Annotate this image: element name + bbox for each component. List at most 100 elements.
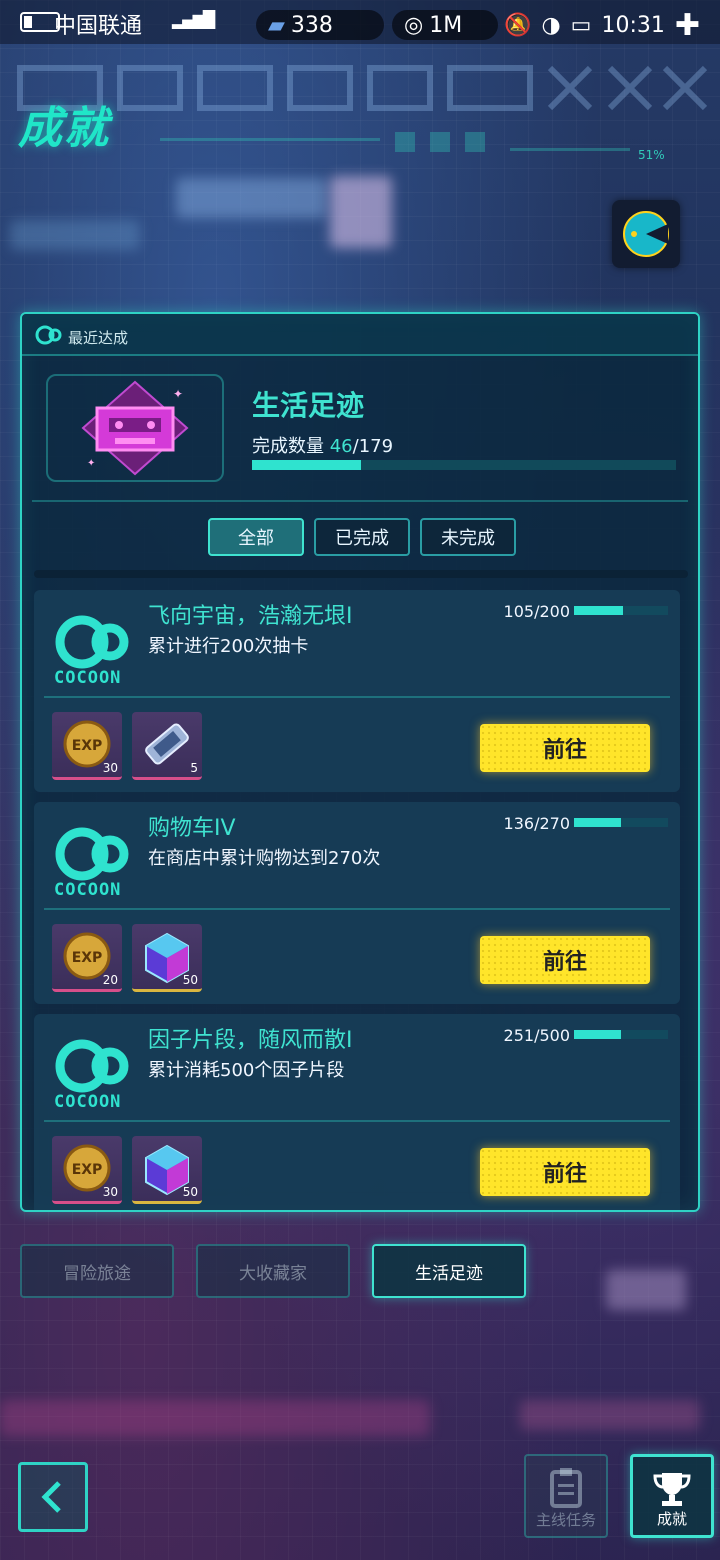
cocoon-logo-icon [55, 1039, 129, 1093]
reward-exp[interactable]: EXP 20 [52, 924, 122, 992]
tab-collector[interactable]: 大收藏家 [196, 1244, 350, 1298]
plus-icon: ✚ [674, 8, 700, 43]
header-progress-percent: 51% [638, 148, 665, 162]
go-button[interactable]: 前往 [480, 936, 650, 984]
reward-count: 20 [102, 973, 118, 987]
tab-life-footprints[interactable]: 生活足迹 [372, 1244, 526, 1298]
reward-count: 50 [182, 1185, 198, 1199]
achievement-progress-text: 251/500 [503, 1026, 570, 1045]
achievement-progress-bar [574, 818, 668, 827]
recent-count: 完成数量 46/179 [252, 432, 393, 458]
divider [44, 696, 670, 698]
pacman-avatar-button[interactable] [612, 200, 680, 268]
status-right: 🔕 ◑ ▭ 10:31 ✚ [504, 8, 700, 43]
svg-text:✦: ✦ [173, 387, 183, 401]
cocoon-logo-icon [55, 827, 129, 881]
tab-adventure[interactable]: 冒险旅途 [20, 1244, 174, 1298]
header-decoration [17, 65, 708, 152]
filter-incomplete[interactable]: 未完成 [420, 518, 516, 556]
achievement-progress-fill [574, 606, 624, 615]
recent-achievement-title: 生活足迹 [252, 389, 365, 422]
chevron-left-icon [41, 1481, 61, 1513]
bg-blur [520, 1400, 700, 1430]
achievement-progress-fill [574, 1030, 622, 1039]
recent-count-label: 完成数量 [252, 436, 324, 457]
reward-count: 30 [102, 1185, 118, 1199]
achievement-card: COCOON 购物车IV 在商店中累计购物达到270次 136/270 EXP … [34, 802, 680, 1004]
achievement-card: COCOON 因子片段，随风而散I 累计消耗500个因子片段 251/500 E… [34, 1014, 680, 1210]
achievement-progress-fill [574, 818, 622, 827]
signal-icon: ▂▄▆█ [172, 10, 215, 29]
filter-completed[interactable]: 已完成 [314, 518, 410, 556]
achievements-label: 成就 [656, 1510, 687, 1528]
ticket-count: 338 [290, 12, 333, 38]
achievement-description: 累计消耗500个因子片段 [148, 1060, 345, 1081]
clipboard-icon [550, 1468, 582, 1508]
divider [44, 908, 670, 910]
recent-count-done: 46 [329, 436, 353, 457]
filter-all[interactable]: 全部 [208, 518, 304, 556]
recent-progress-bar [252, 460, 676, 470]
main-quest-label: 主线任务 [535, 1511, 596, 1529]
status-bar: 中国联通 ▂▄▆█ ▰ 338 ◎ 1M 🔕 ◑ ▭ 10:31 ✚ [0, 0, 720, 44]
go-button[interactable]: 前往 [480, 724, 650, 772]
ticket-icon: ▰ [268, 12, 285, 38]
achievement-card: COCOON 飞向宇宙，浩瀚无垠I 累计进行200次抽卡 105/200 EXP… [34, 590, 680, 792]
clock: 10:31 [601, 13, 665, 38]
go-button[interactable]: 前往 [480, 1148, 650, 1196]
recent-count-total: /179 [352, 436, 394, 457]
cocoon-logo-icon [55, 615, 129, 669]
mute-icon: 🔕 [504, 13, 532, 38]
panel-header: 最近达成 [22, 314, 698, 356]
reward-exp[interactable]: EXP 30 [52, 712, 122, 780]
main-quest-button[interactable]: 主线任务 [524, 1454, 608, 1538]
filter-tabs: 全部 已完成 未完成 [208, 518, 516, 556]
storage-value: 1M [429, 12, 463, 38]
disc-icon: ◎ [404, 12, 424, 38]
svg-text:EXP: EXP [72, 738, 103, 754]
trophy-icon [653, 1473, 691, 1506]
achievement-description: 累计进行200次抽卡 [148, 636, 309, 657]
svg-text:EXP: EXP [72, 950, 103, 966]
reward-cube[interactable]: 50 [132, 924, 202, 992]
achievement-title: 购物车IV [148, 816, 236, 841]
back-button[interactable] [18, 1462, 88, 1532]
recent-progress-fill [252, 460, 361, 470]
svg-text:EXP: EXP [72, 1162, 103, 1178]
bg-blur [606, 1270, 686, 1310]
achievements-button[interactable]: 成就 [630, 1454, 714, 1538]
achievement-progress-text: 105/200 [503, 602, 570, 621]
cassette-icon: ✦ ✦ [81, 380, 189, 476]
achievement-progress-bar [574, 606, 668, 615]
achievement-panel: 最近达成 ✦ ✦ 生活足迹 完成数量 46/179 全部 已完成 未完成 COC… [20, 312, 700, 1212]
bg-blur [10, 220, 140, 250]
achievement-title: 因子片段，随风而散I [148, 1028, 353, 1053]
achievement-progress-bar [574, 1030, 668, 1039]
bg-blur [0, 1400, 430, 1436]
recent-achievement-image: ✦ ✦ [46, 374, 224, 482]
carrier-label: 中国联通 [54, 14, 143, 39]
reward-ticket[interactable]: 5 [132, 712, 202, 780]
reward-count: 30 [102, 761, 118, 775]
bg-blur [330, 176, 392, 248]
recent-section-label: 最近达成 [68, 329, 129, 347]
reward-exp[interactable]: EXP 30 [52, 1136, 122, 1204]
reward-count: 50 [182, 973, 198, 987]
divider [44, 1120, 670, 1122]
achievement-description: 在商店中累计购物达到270次 [148, 848, 381, 869]
storage-counter: ◎ 1M [392, 10, 498, 40]
reward-cube[interactable]: 50 [132, 1136, 202, 1204]
cocoon-logo-text: COCOON [54, 1092, 122, 1112]
list-top-edge [34, 570, 688, 578]
speed-icon: ◑ [541, 13, 561, 38]
ticket-counter: ▰ 338 [256, 10, 384, 40]
achievement-title: 飞向宇宙，浩瀚无垠I [148, 604, 353, 629]
page-title: 成就 [18, 103, 110, 154]
battery-level-icon: ▭ [570, 13, 592, 38]
pacman-icon [623, 211, 669, 257]
divider [32, 500, 688, 502]
cocoon-logo-text: COCOON [54, 668, 122, 688]
category-tabs: 冒险旅途 大收藏家 生活足迹 [20, 1244, 526, 1298]
cocoon-small-icon [35, 325, 62, 345]
cocoon-logo-text: COCOON [54, 880, 122, 900]
